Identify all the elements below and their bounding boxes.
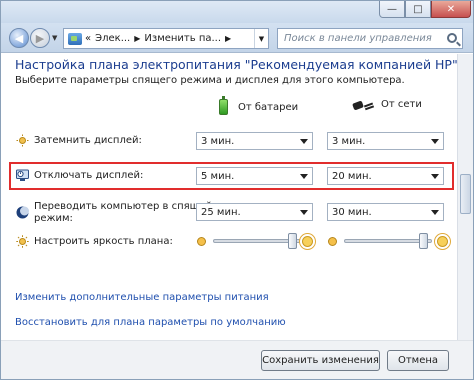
navigation-bar: ◀ ▶ ▼ « Элек... ▶ Изменить па... ▶ ▼ Пои…	[1, 23, 473, 53]
scrollbar-thumb[interactable]	[460, 174, 471, 214]
ac-column-header: От сети	[353, 99, 422, 110]
select-value: 3 мин.	[201, 135, 235, 147]
turn-off-display-ac-select[interactable]: 20 мин.	[327, 167, 444, 185]
brightness-battery-slider-thumb[interactable]	[288, 233, 298, 249]
page-title: Настройка плана электропитания "Рекоменд…	[15, 57, 458, 72]
window-controls: — □ ✕	[379, 1, 471, 19]
breadcrumb-overflow[interactable]: «	[85, 33, 91, 44]
battery-column-label: От батареи	[238, 101, 299, 113]
battery-column-header: От батареи	[219, 96, 299, 115]
dropdown-arrow-icon	[431, 174, 439, 179]
select-value: 3 мин.	[332, 135, 366, 147]
dropdown-arrow-icon	[431, 139, 439, 144]
brightness-high-icon	[437, 236, 448, 247]
advanced-settings-link[interactable]: Изменить дополнительные параметры питани…	[15, 292, 269, 303]
dropdown-arrow-icon	[431, 210, 439, 215]
dim-display-battery-select[interactable]: 3 мин.	[196, 132, 313, 150]
cancel-button[interactable]: Отмена	[387, 350, 449, 371]
breadcrumb-item[interactable]: Изменить па...	[144, 33, 221, 44]
recent-pages-dropdown-icon[interactable]: ▼	[52, 34, 57, 42]
ac-column-label: От сети	[381, 99, 422, 110]
brightness-icon	[16, 235, 29, 248]
restore-defaults-link[interactable]: Восстановить для плана параметры по умол…	[15, 317, 286, 328]
back-button[interactable]: ◀	[9, 28, 29, 48]
turn-off-display-label: Отключать дисплей:	[34, 170, 144, 181]
address-bar[interactable]: « Элек... ▶ Изменить па... ▶ ▼	[63, 28, 269, 49]
sleep-moon-icon	[16, 206, 29, 219]
address-dropdown-icon[interactable]: ▼	[254, 29, 268, 48]
sleep-row: Переводить компьютер в спящий режим: 25 …	[1, 201, 457, 227]
breadcrumb-separator-icon[interactable]: ▶	[134, 34, 140, 43]
brightness-label: Настроить яркость плана:	[34, 236, 173, 247]
search-icon[interactable]	[447, 33, 457, 43]
power-plug-icon	[353, 100, 373, 110]
turn-off-display-row: Отключать дисплей: 5 мин. 20 мин.	[1, 165, 457, 187]
monitor-clock-icon	[16, 169, 29, 181]
vertical-scrollbar[interactable]	[457, 54, 473, 340]
main-content: Настройка плана электропитания "Рекоменд…	[1, 54, 473, 340]
dim-display-row: Затемнить дисплей: 3 мин. 3 мин.	[1, 130, 457, 152]
sleep-label: Переводить компьютер в спящий режим:	[34, 201, 212, 225]
brightness-low-icon	[197, 237, 206, 246]
control-panel-icon	[68, 32, 82, 45]
dim-display-ac-select[interactable]: 3 мин.	[327, 132, 444, 150]
minimize-button[interactable]: —	[379, 1, 405, 18]
brightness-high-icon	[302, 236, 313, 247]
sleep-label-line2: режим:	[34, 213, 73, 224]
title-bar: — □ ✕	[1, 1, 473, 23]
select-value: 5 мин.	[201, 170, 235, 182]
sleep-ac-select[interactable]: 30 мин.	[327, 203, 444, 221]
select-value: 25 мин.	[201, 206, 241, 218]
turn-off-display-battery-select[interactable]: 5 мин.	[196, 167, 313, 185]
brightness-low-icon	[328, 237, 337, 246]
select-value: 20 мин.	[332, 170, 372, 182]
select-value: 30 мин.	[332, 206, 372, 218]
control-panel-window: — □ ✕ ◀ ▶ ▼ « Элек... ▶ Изменить па... ▶…	[0, 0, 474, 380]
brightness-ac-slider-thumb[interactable]	[419, 233, 429, 249]
sleep-battery-select[interactable]: 25 мин.	[196, 203, 313, 221]
dropdown-arrow-icon	[300, 174, 308, 179]
dropdown-arrow-icon	[300, 139, 308, 144]
close-button[interactable]: ✕	[431, 1, 471, 18]
search-placeholder: Поиск в панели управления	[284, 33, 432, 44]
sleep-label-line1: Переводить компьютер в спящий	[34, 201, 213, 212]
save-changes-button[interactable]: Сохранить изменения	[261, 350, 380, 371]
dim-display-label: Затемнить дисплей:	[34, 135, 142, 146]
forward-button[interactable]: ▶	[30, 28, 50, 48]
brightness-row: Настроить яркость плана:	[1, 231, 457, 253]
footer-bar: Сохранить изменения Отмена	[1, 340, 473, 379]
breadcrumb-item[interactable]: Элек...	[95, 33, 130, 44]
page-subtitle: Выберите параметры спящего режима и дисп…	[15, 75, 405, 86]
dim-brightness-icon	[16, 134, 29, 147]
maximize-button[interactable]: □	[405, 1, 431, 18]
battery-icon	[219, 96, 228, 115]
breadcrumb-separator-icon[interactable]: ▶	[225, 34, 231, 43]
dropdown-arrow-icon	[300, 210, 308, 215]
search-input[interactable]: Поиск в панели управления	[277, 28, 463, 49]
